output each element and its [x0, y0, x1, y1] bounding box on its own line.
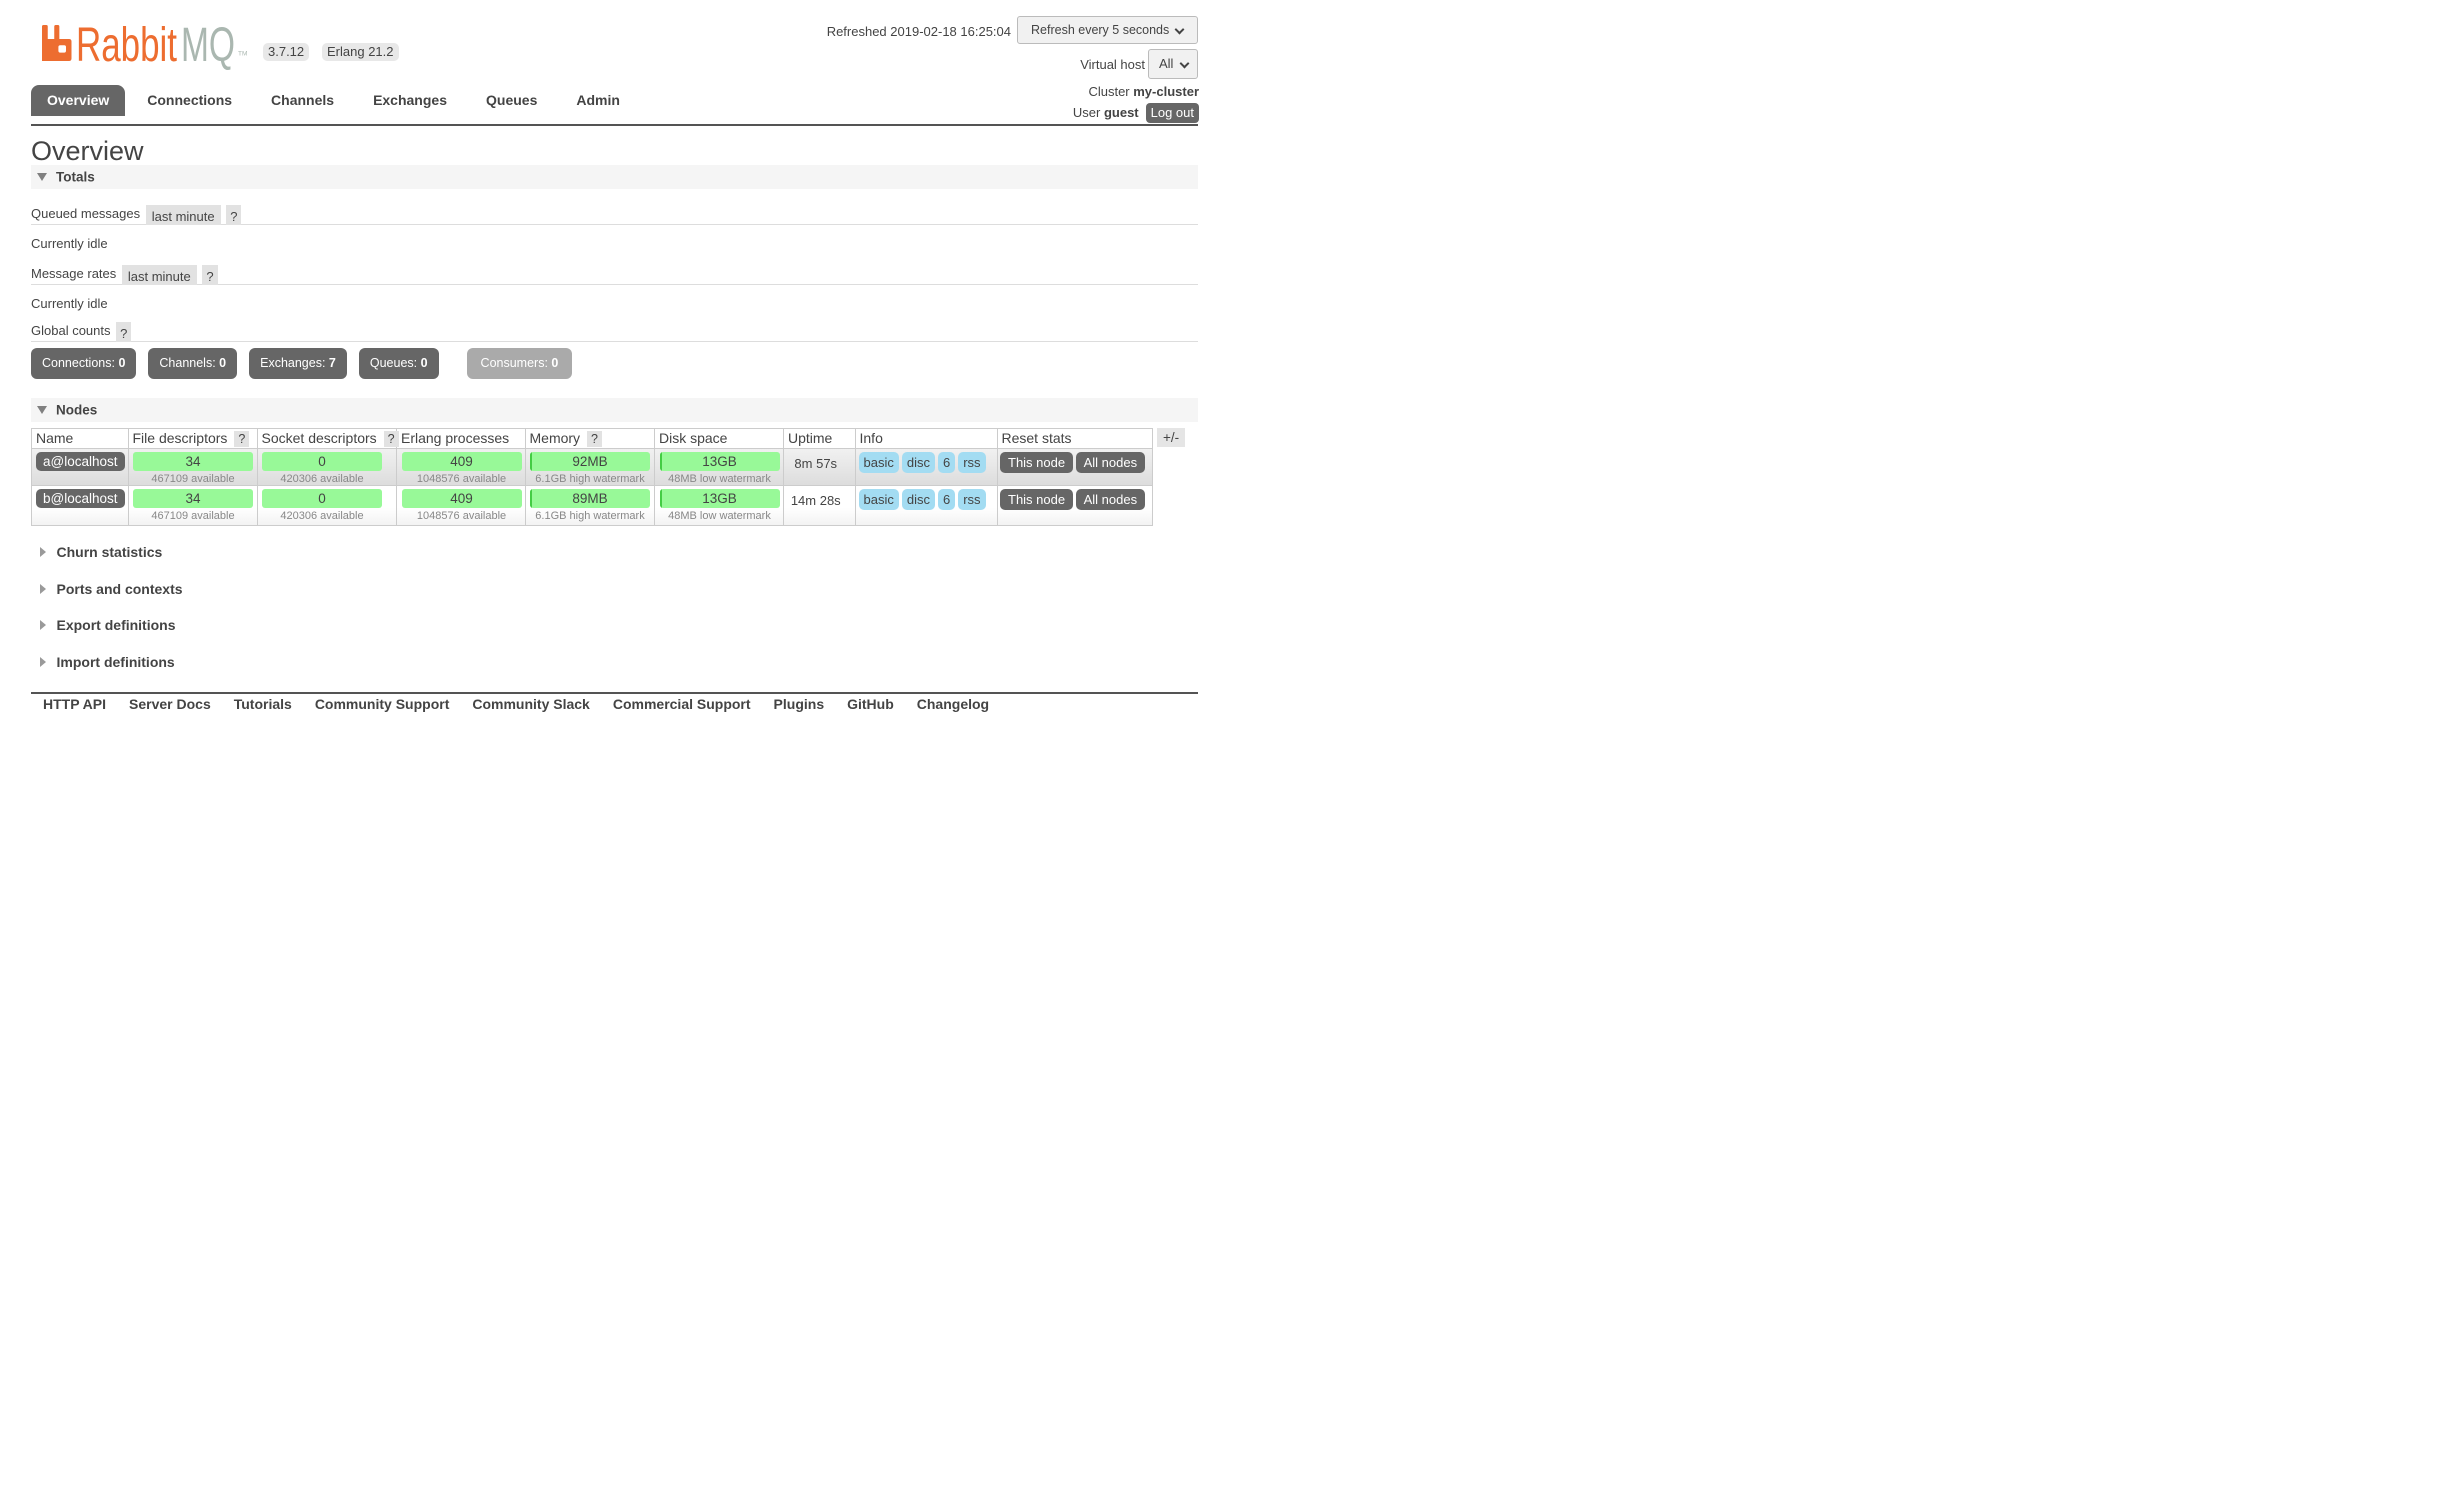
- svg-text:Rabbit: Rabbit: [76, 19, 177, 72]
- svg-text:TM: TM: [238, 51, 247, 58]
- svg-text:MQ: MQ: [181, 19, 235, 72]
